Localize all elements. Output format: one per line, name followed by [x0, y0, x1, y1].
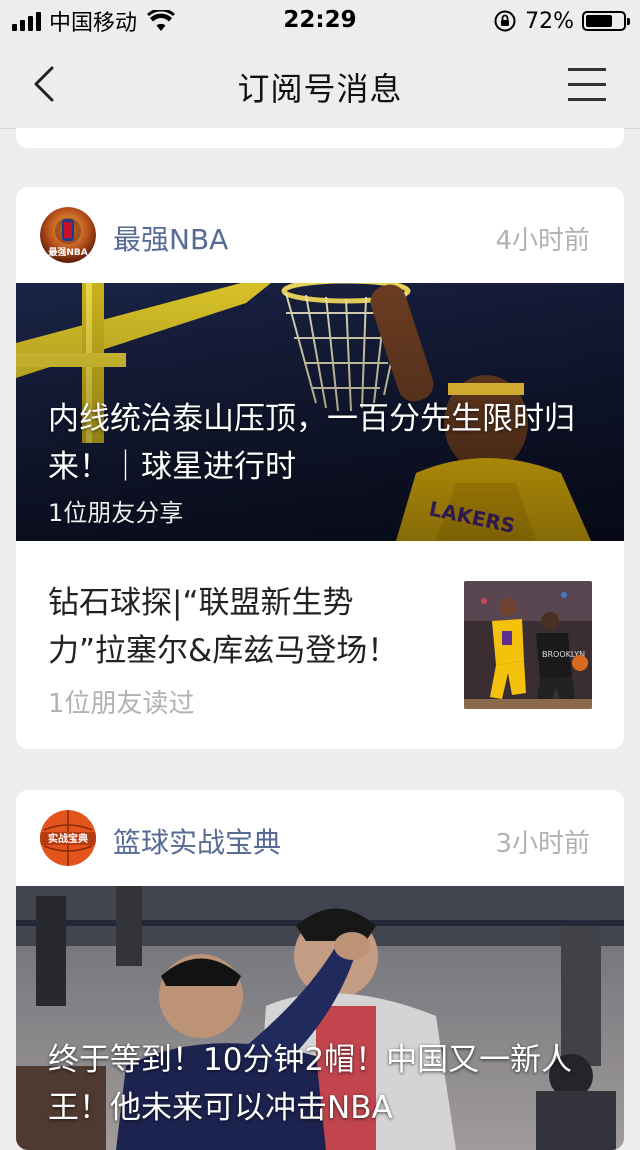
- battery-percent: 72%: [525, 8, 574, 34]
- cover-article[interactable]: LAKERS 内线统治泰山压顶，一百分先生限时归来！｜球星进行时 1位朋友分享: [16, 283, 624, 541]
- status-right: 72%: [493, 8, 630, 34]
- previous-card-bottom[interactable]: [16, 128, 624, 148]
- article-title: 钻石球探|“联盟新生势力”拉塞尔&库兹马登场！: [48, 585, 399, 669]
- cover-title: 内线统治泰山压顶，一百分先生限时归来！｜球星进行时: [48, 401, 575, 485]
- card-header[interactable]: 最强NBA 最强NBA 4小时前: [16, 187, 624, 283]
- cover-title: 终于等到！10分钟2帽！中国又一新人王！他未来可以冲击NBA: [48, 1042, 573, 1126]
- avatar[interactable]: 最强NBA: [40, 207, 96, 263]
- account-name[interactable]: 最强NBA: [113, 218, 228, 258]
- battery-fill: [586, 15, 612, 27]
- card-header[interactable]: 实战宝典 篮球实战宝典 3小时前: [16, 790, 624, 886]
- avatar[interactable]: 实战宝典: [40, 810, 96, 866]
- article-thumbnail: BROOKLYN: [464, 581, 592, 709]
- article-read-count: 1位朋友读过: [48, 689, 195, 719]
- article-card: 实战宝典 篮球实战宝典 3小时前 终于等到！10分钟2帽！中国又一新人王！他未来…: [16, 790, 624, 1150]
- article-card: 最强NBA 最强NBA 4小时前 内线统治泰山压顶，一百分先生限时归来！｜球星进…: [16, 187, 624, 749]
- avatar-text: 实战宝典: [48, 832, 88, 845]
- account-name[interactable]: 篮球实战宝典: [113, 821, 281, 861]
- nav-bar: 订阅号消息: [0, 42, 640, 129]
- post-time: 4小时前: [495, 226, 590, 256]
- status-bar: 中国移动 22:29 72%: [0, 0, 640, 42]
- avatar-text: 最强NBA: [48, 246, 87, 258]
- menu-icon[interactable]: [568, 68, 608, 102]
- battery-icon: [582, 11, 630, 31]
- article-list-item[interactable]: 钻石球探|“联盟新生势力”拉塞尔&库兹马登场！ 1位朋友读过 BROOKLYN: [16, 541, 624, 749]
- cover-share-count: 1位朋友分享: [48, 499, 184, 527]
- rotation-lock-icon: [494, 10, 516, 32]
- page-title: 订阅号消息: [237, 70, 403, 108]
- cover-article[interactable]: 终于等到！10分钟2帽！中国又一新人王！他未来可以冲击NBA: [16, 886, 624, 1150]
- post-time: 3小时前: [495, 829, 590, 859]
